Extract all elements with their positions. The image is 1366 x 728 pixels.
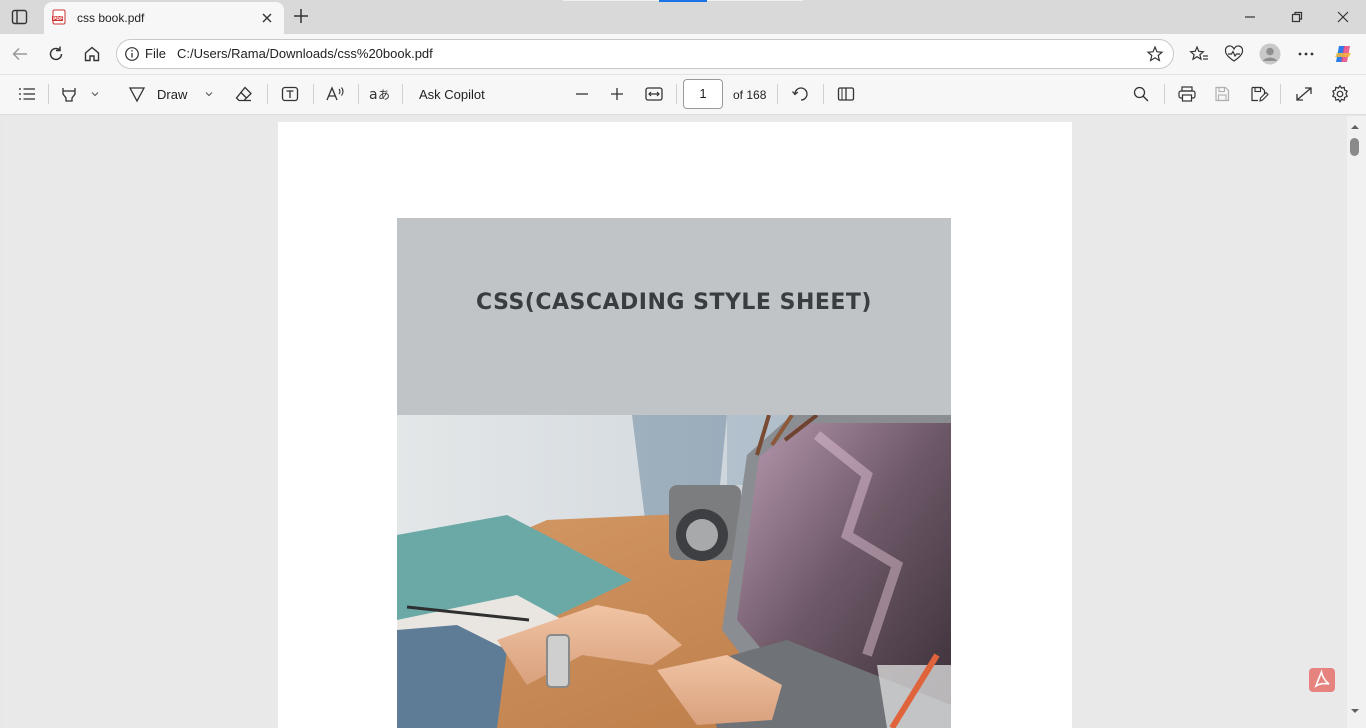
url-scheme-label: File — [145, 46, 166, 61]
settings-gear-icon[interactable] — [1330, 84, 1350, 104]
ask-copilot-button[interactable]: Ask Copilot — [419, 87, 485, 103]
zoom-out-icon[interactable] — [573, 85, 591, 103]
rotate-icon[interactable] — [791, 85, 811, 103]
toolbar-separator — [1164, 84, 1165, 104]
print-icon[interactable] — [1177, 85, 1197, 103]
search-icon[interactable] — [1132, 85, 1150, 103]
page-view-icon[interactable] — [836, 85, 856, 103]
back-button[interactable] — [10, 45, 30, 63]
page-count-label: of 168 — [733, 88, 767, 102]
home-button[interactable] — [82, 44, 102, 64]
page-number-input[interactable]: 1 — [683, 79, 723, 109]
tab-actions-icon[interactable] — [10, 8, 30, 26]
toolbar-separator — [313, 84, 314, 104]
toolbar-separator — [1280, 84, 1281, 104]
text-box-icon[interactable] — [280, 85, 300, 103]
browser-essentials-icon[interactable] — [1224, 45, 1244, 63]
contents-icon[interactable] — [17, 85, 37, 103]
tab-css-book[interactable]: PDF css book.pdf — [44, 2, 284, 34]
refresh-button[interactable] — [46, 44, 66, 64]
highlight-icon[interactable] — [59, 85, 79, 103]
fit-to-width-icon[interactable] — [644, 85, 664, 103]
save-as-icon[interactable] — [1249, 85, 1269, 103]
favorite-star-icon[interactable] — [1146, 45, 1164, 63]
close-window-button[interactable] — [1335, 9, 1351, 25]
draw-chevron-down-icon[interactable] — [203, 88, 215, 100]
toolbar-separator — [402, 84, 403, 104]
new-tab-button[interactable] — [292, 7, 310, 25]
restore-button[interactable] — [1289, 9, 1305, 25]
tab-title: css book.pdf — [77, 11, 145, 25]
toolbar-separator — [358, 84, 359, 104]
fullscreen-icon[interactable] — [1294, 85, 1314, 103]
highlight-chevron-down-icon[interactable] — [89, 88, 101, 100]
window-drag-strip-right — [707, 0, 803, 1]
window-drag-strip-left — [563, 0, 659, 1]
window-drag-indicator — [659, 0, 707, 2]
toolbar-separator — [676, 84, 677, 104]
scroll-down-arrow-icon[interactable] — [1350, 707, 1360, 715]
close-tab-icon[interactable] — [260, 11, 274, 25]
info-icon[interactable] — [124, 46, 140, 62]
profile-avatar[interactable] — [1259, 43, 1281, 65]
cover-title-band — [397, 218, 951, 415]
cover-photo — [397, 415, 951, 728]
read-aloud-icon[interactable] — [325, 85, 347, 103]
draw-icon[interactable] — [127, 85, 147, 103]
toolbar-separator — [48, 84, 49, 104]
vertical-scrollbar[interactable] — [1347, 116, 1366, 728]
toolbar-separator — [777, 84, 778, 104]
translate-icon[interactable]: aあ — [369, 85, 391, 103]
toolbar-separator — [823, 84, 824, 104]
svg-text:あ: あ — [378, 88, 390, 102]
copilot-icon[interactable] — [1332, 43, 1354, 65]
acrobat-badge[interactable] — [1309, 668, 1335, 692]
pdf-icon: PDF — [51, 9, 67, 25]
scroll-up-arrow-icon[interactable] — [1350, 123, 1360, 131]
toolbar-separator — [267, 84, 268, 104]
url-text[interactable]: C:/Users/Rama/Downloads/css%20book.pdf — [177, 46, 433, 62]
eraser-icon[interactable] — [234, 85, 254, 103]
svg-text:a: a — [369, 87, 378, 103]
zoom-in-icon[interactable] — [608, 85, 626, 103]
cover-title: CSS(CASCADING STYLE SHEET) — [476, 290, 872, 315]
draw-label[interactable]: Draw — [157, 87, 187, 103]
more-options-icon[interactable] — [1296, 45, 1316, 63]
save-icon[interactable] — [1213, 85, 1231, 103]
scrollbar-thumb[interactable] — [1350, 138, 1359, 156]
svg-text:PDF: PDF — [53, 16, 63, 22]
favorites-icon[interactable] — [1189, 45, 1209, 63]
minimize-button[interactable] — [1242, 9, 1258, 25]
